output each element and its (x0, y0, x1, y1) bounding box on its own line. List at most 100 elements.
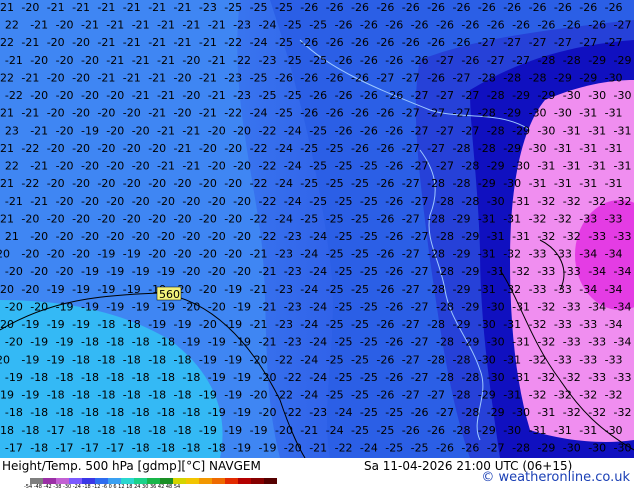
temperature-label: -26 (588, 19, 606, 32)
temperature-label: -21 (81, 19, 99, 32)
temperature-label: -26 (300, 72, 318, 85)
temperature-label: -31 (529, 177, 547, 190)
temperature-label: -21 (148, 1, 166, 14)
temperature-label: -25 (335, 371, 353, 384)
temperature-label: -31 (579, 142, 597, 155)
temperature-label: -27 (436, 124, 454, 137)
temperature-label: -23 (275, 248, 293, 261)
temperature-label: -25 (351, 389, 369, 402)
temperature-label: -21 (182, 124, 200, 137)
temperature-label: -20 (81, 195, 99, 208)
temperature-label: -20 (250, 389, 268, 402)
temperature-label: -28 (436, 301, 454, 314)
temperature-label: -31 (579, 177, 597, 190)
temperature-label: -21 (0, 177, 14, 190)
temperature-label: -19 (199, 389, 217, 402)
temperature-label: -24 (309, 336, 327, 349)
temperature-label: -21 (174, 36, 192, 49)
temperature-label: -31 (579, 107, 597, 120)
temperature-label: -26 (478, 1, 496, 14)
temperature-label: -18 (208, 441, 226, 454)
temperature-label: -23 (233, 19, 251, 32)
temperature-label: -18 (56, 371, 74, 384)
temperature-label: -20 (106, 124, 124, 137)
temperature-label: -28 (478, 142, 496, 155)
temperature-label: -26 (326, 36, 344, 49)
temperature-label: -19 (132, 301, 150, 314)
temperature-label: -24 (300, 389, 318, 402)
temperature-label: -30 (487, 371, 505, 384)
temperature-label: -20 (106, 89, 124, 102)
temperature-label: -18 (97, 424, 115, 437)
temperature-label: -25 (284, 19, 302, 32)
temperature-label: -33 (554, 353, 572, 366)
temperature-label: -22 (233, 54, 251, 67)
temperature-label: -30 (563, 89, 581, 102)
temperature-label: -23 (233, 89, 251, 102)
temperature-label: -21 (208, 89, 226, 102)
temperature-label: -32 (579, 389, 597, 402)
temperature-label: -31 (503, 389, 521, 402)
temperature-label: -20 (174, 107, 192, 120)
temperature-label: -31 (605, 177, 623, 190)
temperature-label: -19 (56, 336, 74, 349)
temperature-label: -18 (132, 336, 150, 349)
temperature-label: -26 (385, 230, 403, 243)
temperature-label: -31 (478, 283, 496, 296)
temperature-label: -21 (97, 1, 115, 14)
temperature-label: -20 (47, 72, 65, 85)
temperature-label: -21 (106, 19, 124, 32)
temperature-label: -20 (182, 265, 200, 278)
temperature-label: -33 (579, 318, 597, 331)
temperature-label: -26 (309, 89, 327, 102)
temperature-label: -32 (588, 195, 606, 208)
temperature-label: -34 (579, 248, 597, 261)
temperature-label: -25 (335, 336, 353, 349)
temperature-label: -27 (376, 72, 394, 85)
temperature-label: -32 (503, 283, 521, 296)
temperature-label: -30 (478, 318, 496, 331)
temperature-label: -25 (326, 212, 344, 225)
temperature-label: -21 (30, 160, 48, 173)
temperature-label: -27 (411, 160, 429, 173)
temperature-label: -18 (21, 424, 39, 437)
temperature-label: -19 (97, 248, 115, 261)
temperature-label: -20 (157, 230, 175, 243)
temperature-label: -20 (72, 212, 90, 225)
temperature-label: -20 (56, 89, 74, 102)
temperature-label: -26 (335, 124, 353, 137)
temperature-label: -20 (208, 265, 226, 278)
temperature-label: -25 (335, 160, 353, 173)
temperature-label: -20 (233, 195, 251, 208)
temperature-label: -32 (503, 248, 521, 261)
temperature-label: -26 (376, 212, 394, 225)
temperature-label: -22 (224, 107, 242, 120)
temperature-label: -20 (97, 212, 115, 225)
temperature-label: -29 (453, 212, 471, 225)
temperature-label: -26 (376, 248, 394, 261)
temperature-label: -33 (614, 230, 632, 243)
temperature-label: -32 (554, 389, 572, 402)
temperature-label: -30 (478, 353, 496, 366)
temperature-label: -31 (529, 424, 547, 437)
temperature-label: -29 (554, 72, 572, 85)
temperature-label: -32 (537, 230, 555, 243)
temperature-label: -22 (21, 142, 39, 155)
credit-link[interactable]: © weatheronline.co.uk (481, 470, 630, 485)
temperature-label: -21 (123, 72, 141, 85)
temperature-label: -31 (478, 212, 496, 225)
temperature-label: -24 (275, 177, 293, 190)
temperature-label: -19 (233, 336, 251, 349)
temperature-label: -26 (351, 142, 369, 155)
temperature-label: -34 (605, 283, 623, 296)
temperature-label: -25 (360, 406, 378, 419)
temperature-label: 23 (5, 124, 19, 137)
temperature-label: -28 (478, 107, 496, 120)
temperature-label: -24 (309, 230, 327, 243)
temperature-label: -20 (275, 424, 293, 437)
temperature-label: -33 (554, 248, 572, 261)
temperature-label: -21 (157, 19, 175, 32)
temperature-label: -20 (56, 124, 74, 137)
temperature-label: -32 (605, 389, 623, 402)
temperature-label: -20 (0, 318, 14, 331)
